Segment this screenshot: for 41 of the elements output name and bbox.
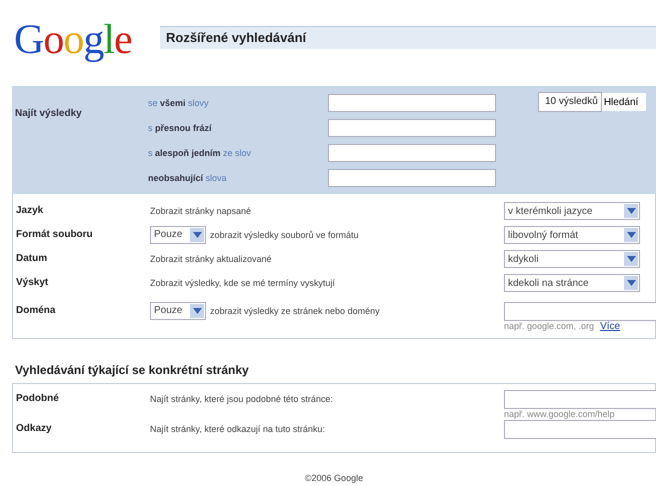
mode-select[interactable]: Pouze xyxy=(150,302,206,320)
row-description: Najít stránky, které jsou podobné této stránce: xyxy=(150,393,334,406)
search-button[interactable]: Hledání xyxy=(602,93,646,111)
row-description: Najít stránky, které odkazují na tuto stránku: xyxy=(150,423,326,436)
row-label: Datum xyxy=(15,252,48,266)
input-field[interactable] xyxy=(328,168,496,186)
hint-text: např. google.com, .org xyxy=(504,321,594,332)
row-description: zobrazit výsledky souborů ve formátu xyxy=(210,229,359,242)
more-link[interactable]: Více xyxy=(600,321,620,332)
row-description: Zobrazit stránky aktualizované xyxy=(150,253,272,266)
row-label: Formát souboru xyxy=(15,228,94,242)
input-field[interactable] xyxy=(328,118,496,136)
row-description: Zobrazit výsledky, kde se mé termíny vyskytují xyxy=(150,277,335,290)
input-field[interactable] xyxy=(504,390,656,409)
input-field[interactable] xyxy=(504,420,656,439)
section-heading: Vyhledávání týkající se konkrétní stránky xyxy=(14,362,250,379)
dropdown[interactable]: kdekoli na stránce xyxy=(504,274,640,292)
mode-select[interactable]: Pouze xyxy=(150,226,206,244)
input-field[interactable] xyxy=(328,94,496,112)
row-description: Zobrazit stránky napsané xyxy=(150,205,252,218)
row-label: Doména xyxy=(15,304,56,318)
row-label: Najít výsledky xyxy=(14,107,83,121)
page-title: Rozšířené vyhledávání xyxy=(160,26,656,48)
field-label: s alespoň jedním ze slov xyxy=(148,148,252,158)
input-field[interactable] xyxy=(504,302,656,321)
row-label: Jazyk xyxy=(15,204,44,218)
field-label: se všemi slovy xyxy=(148,98,210,108)
hint-text: např. www.google.com/help xyxy=(504,409,616,419)
row-label: Podobné xyxy=(15,392,60,406)
field-label: s přesnou frází xyxy=(148,122,213,132)
google-logo[interactable]: Google xyxy=(14,16,150,64)
dropdown[interactable]: libovolný formát xyxy=(504,226,640,244)
row-label: Odkazy xyxy=(15,422,53,436)
row-label: Výskyt xyxy=(15,276,50,290)
copyright-text: ©2006 Google xyxy=(304,472,364,483)
row-description: zobrazit výsledky ze stránek nebo domény xyxy=(210,305,380,318)
input-field[interactable] xyxy=(328,144,496,162)
field-label: neobsahující slova xyxy=(148,172,228,182)
results-count-select[interactable]: 10 výsledků xyxy=(538,92,602,112)
dropdown[interactable]: v kterémkoli jazyce xyxy=(504,202,640,220)
dropdown[interactable]: kdykoli xyxy=(504,250,640,268)
